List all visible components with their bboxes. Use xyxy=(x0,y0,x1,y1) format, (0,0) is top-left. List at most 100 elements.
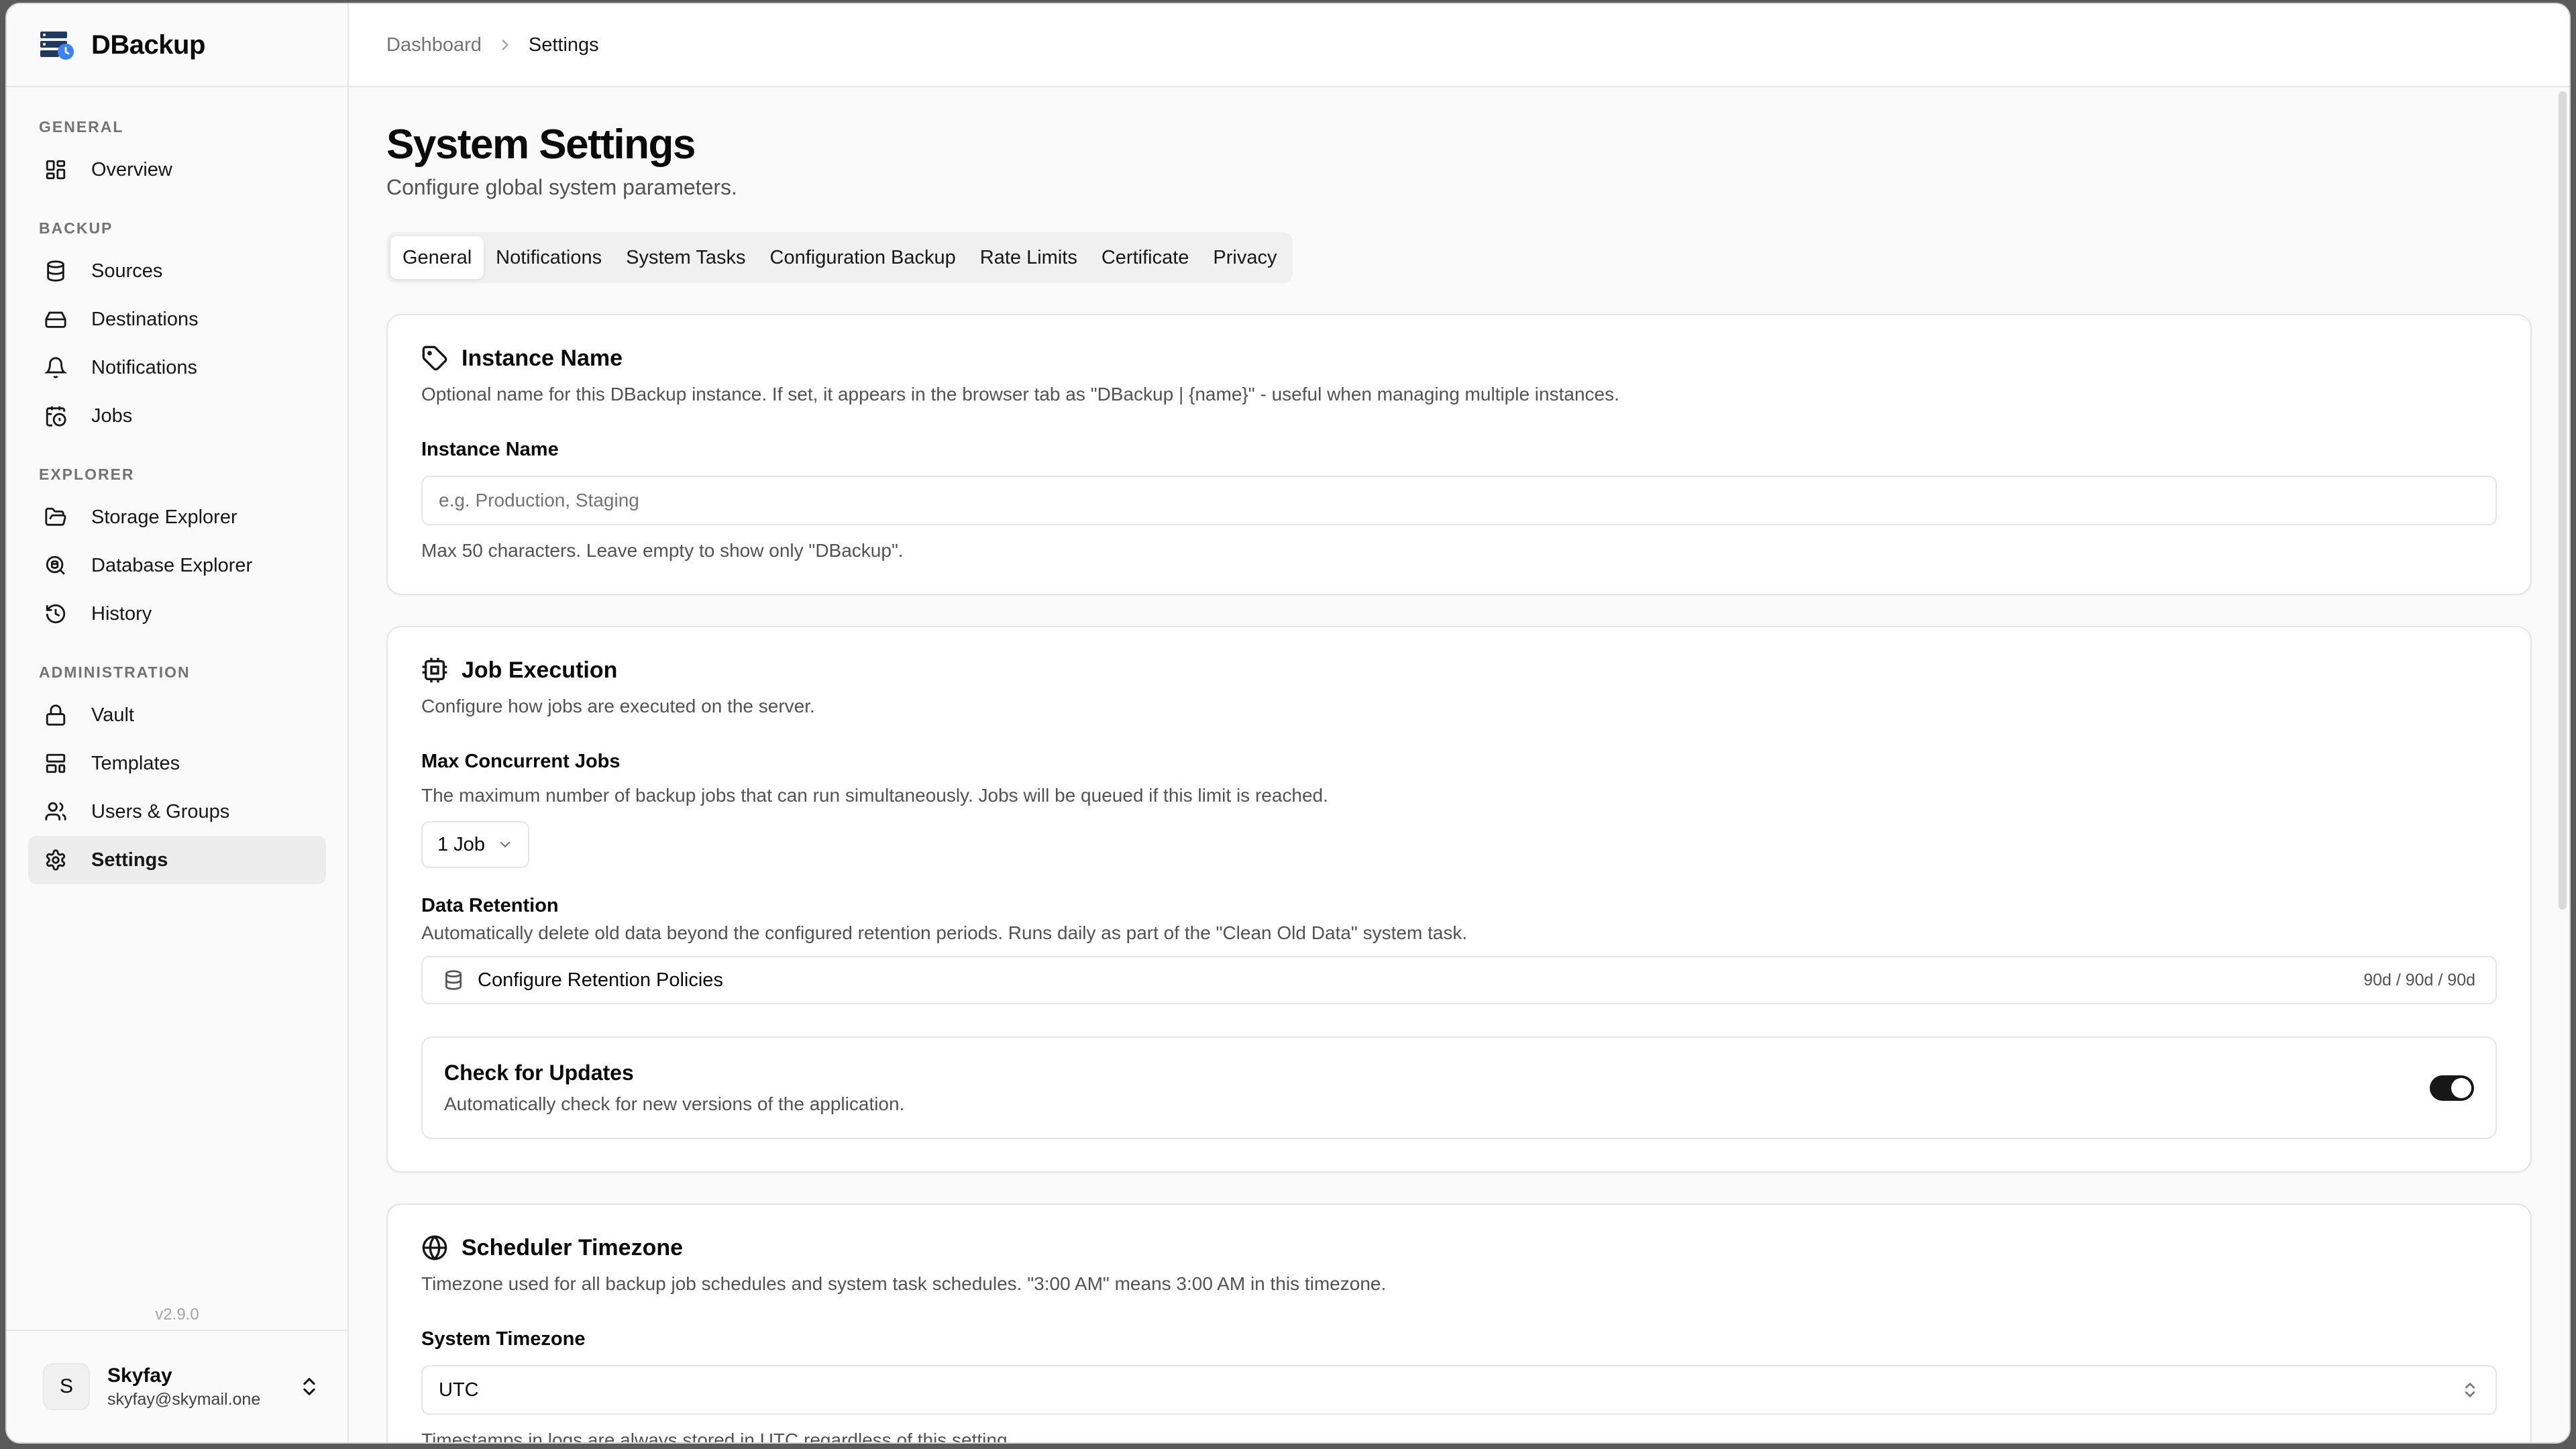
database-icon xyxy=(47,260,64,282)
job-execution-card: Job Execution Configure how jobs are exe… xyxy=(386,626,2532,1173)
gear-icon xyxy=(46,849,66,871)
sidebar-item-label: Users & Groups xyxy=(91,800,230,822)
nav-group-administration: ADMINISTRATION Vault Templates Users & G… xyxy=(28,651,326,884)
sidebar-item-storage-explorer[interactable]: Storage Explorer xyxy=(28,493,326,541)
tab-notifications[interactable]: Notifications xyxy=(484,236,614,279)
retention-summary: 90d / 90d / 90d xyxy=(2363,970,2475,989)
tag-icon xyxy=(422,345,447,371)
sidebar-item-label: Sources xyxy=(91,260,163,282)
data-retention-description: Automatically delete old data beyond the… xyxy=(421,922,1468,943)
sidebar-item-notifications[interactable]: Notifications xyxy=(28,343,326,392)
card-description: Optional name for this DBackup instance.… xyxy=(421,384,1619,405)
instance-name-input[interactable]: e.g. Production, Staging xyxy=(421,476,2497,525)
sidebar: DBackup GENERAL Overview BACKUP Sources … xyxy=(7,4,349,1442)
card-title-text: Job Execution xyxy=(462,657,618,683)
sidebar-item-history[interactable]: History xyxy=(28,590,326,638)
app-version: v2.9.0 xyxy=(155,1305,199,1324)
card-title: Scheduler Timezone xyxy=(421,1234,2497,1261)
sidebar-item-label: Storage Explorer xyxy=(91,506,237,528)
timezone-hint: Timestamps in logs are always stored in … xyxy=(421,1430,1013,1444)
chevron-down-icon xyxy=(500,841,511,848)
breadcrumb-dashboard-link[interactable]: Dashboard xyxy=(386,34,482,56)
brand[interactable]: DBackup xyxy=(7,4,347,87)
sidebar-item-label: Notifications xyxy=(91,356,197,378)
select-value: UTC xyxy=(439,1379,479,1401)
dbackup-logo-icon xyxy=(40,32,74,60)
tab-general[interactable]: General xyxy=(390,236,484,279)
sidebar-item-users-groups[interactable]: Users & Groups xyxy=(28,788,326,836)
sidebar-item-destinations[interactable]: Destinations xyxy=(28,295,326,343)
card-description: Configure how jobs are executed on the s… xyxy=(421,696,815,716)
nav-group-label: BACKUP xyxy=(39,219,113,237)
user-menu-button[interactable]: S Skyfay skyfay@skymail.one xyxy=(7,1330,347,1442)
card-title: Instance Name xyxy=(421,345,2497,372)
sidebar-item-label: History xyxy=(91,602,152,625)
globe-icon xyxy=(422,1235,447,1261)
scheduler-timezone-card: Scheduler Timezone Timezone used for all… xyxy=(386,1203,2532,1444)
bell-icon xyxy=(44,357,67,378)
sidebar-item-label: Settings xyxy=(91,849,168,871)
cpu-icon xyxy=(422,657,447,683)
lock-icon xyxy=(46,704,66,726)
app-window: DBackup GENERAL Overview BACKUP Sources … xyxy=(5,3,2571,1444)
tab-system-tasks[interactable]: System Tasks xyxy=(614,236,757,279)
data-retention-label: Data Retention xyxy=(421,895,559,916)
sidebar-item-vault[interactable]: Vault xyxy=(28,691,326,739)
sidebar-item-label: Jobs xyxy=(91,405,133,427)
sidebar-item-label: Vault xyxy=(91,704,134,726)
breadcrumb: Dashboard Settings xyxy=(349,4,2569,87)
check-updates-toggle[interactable] xyxy=(2430,1075,2474,1101)
tab-certificate[interactable]: Certificate xyxy=(1089,236,1201,279)
retention-button-label: Configure Retention Policies xyxy=(478,969,723,991)
nav-group-backup: BACKUP Sources Destinations Notification… xyxy=(28,207,326,440)
sidebar-item-label: Database Explorer xyxy=(91,554,253,576)
user-info: Skyfay skyfay@skymail.one xyxy=(107,1364,298,1409)
sidebar-item-jobs[interactable]: Jobs xyxy=(28,392,326,440)
max-concurrent-jobs-description: The maximum number of backup jobs that c… xyxy=(421,785,1328,806)
nav-group-label: ADMINISTRATION xyxy=(39,663,191,681)
sidebar-item-settings[interactable]: Settings xyxy=(28,836,326,884)
users-icon xyxy=(45,802,66,820)
sidebar-item-database-explorer[interactable]: Database Explorer xyxy=(28,541,326,590)
max-concurrent-jobs-select[interactable]: 1 Job xyxy=(421,821,529,868)
card-title: Job Execution xyxy=(421,657,2497,684)
sidebar-nav: GENERAL Overview BACKUP Sources Destinat… xyxy=(7,87,347,884)
card-description: Timezone used for all backup job schedul… xyxy=(421,1273,1387,1294)
sidebar-item-label: Templates xyxy=(91,752,180,774)
settings-tabs: General Notifications System Tasks Confi… xyxy=(386,232,1293,283)
card-title-text: Instance Name xyxy=(462,345,623,371)
tab-configuration-backup[interactable]: Configuration Backup xyxy=(758,236,968,279)
user-name: Skyfay xyxy=(107,1364,172,1387)
tab-privacy[interactable]: Privacy xyxy=(1201,236,1289,279)
avatar: S xyxy=(43,1363,90,1410)
system-timezone-select[interactable]: UTC xyxy=(421,1365,2497,1415)
nav-group-label: GENERAL xyxy=(39,118,124,136)
nav-group-label: EXPLORER xyxy=(39,466,135,483)
check-updates-title: Check for Updates xyxy=(444,1061,634,1085)
calendar-clock-icon xyxy=(46,406,66,427)
chevron-right-icon xyxy=(502,40,508,50)
check-updates-text: Check for Updates Automatically check fo… xyxy=(444,1061,2430,1115)
page-subtitle: Configure global system parameters. xyxy=(386,175,737,199)
user-email: skyfay@skymail.one xyxy=(107,1389,261,1409)
folder-open-icon xyxy=(45,507,66,526)
sidebar-item-overview[interactable]: Overview xyxy=(28,146,326,194)
search-database-icon xyxy=(46,555,65,575)
chevrons-up-down-icon xyxy=(303,1378,315,1395)
history-icon xyxy=(46,604,66,624)
main-content: Dashboard Settings System Settings Confi… xyxy=(349,4,2569,1442)
chevrons-up-down-icon xyxy=(2465,1382,2475,1398)
tab-rate-limits[interactable]: Rate Limits xyxy=(968,236,1089,279)
database-icon xyxy=(445,970,462,990)
configure-retention-button[interactable]: Configure Retention Policies 90d / 90d /… xyxy=(421,956,2497,1004)
check-updates-description: Automatically check for new versions of … xyxy=(444,1093,905,1114)
hard-drive-icon xyxy=(45,311,66,328)
max-concurrent-jobs-label: Max Concurrent Jobs xyxy=(421,751,621,772)
sidebar-item-label: Overview xyxy=(91,158,172,180)
sidebar-item-sources[interactable]: Sources xyxy=(28,247,326,295)
sidebar-item-templates[interactable]: Templates xyxy=(28,739,326,788)
check-updates-row: Check for Updates Automatically check fo… xyxy=(421,1036,2497,1139)
instance-name-label: Instance Name xyxy=(421,439,559,460)
nav-group-general: GENERAL Overview xyxy=(28,106,326,194)
grid-icon xyxy=(46,160,66,180)
